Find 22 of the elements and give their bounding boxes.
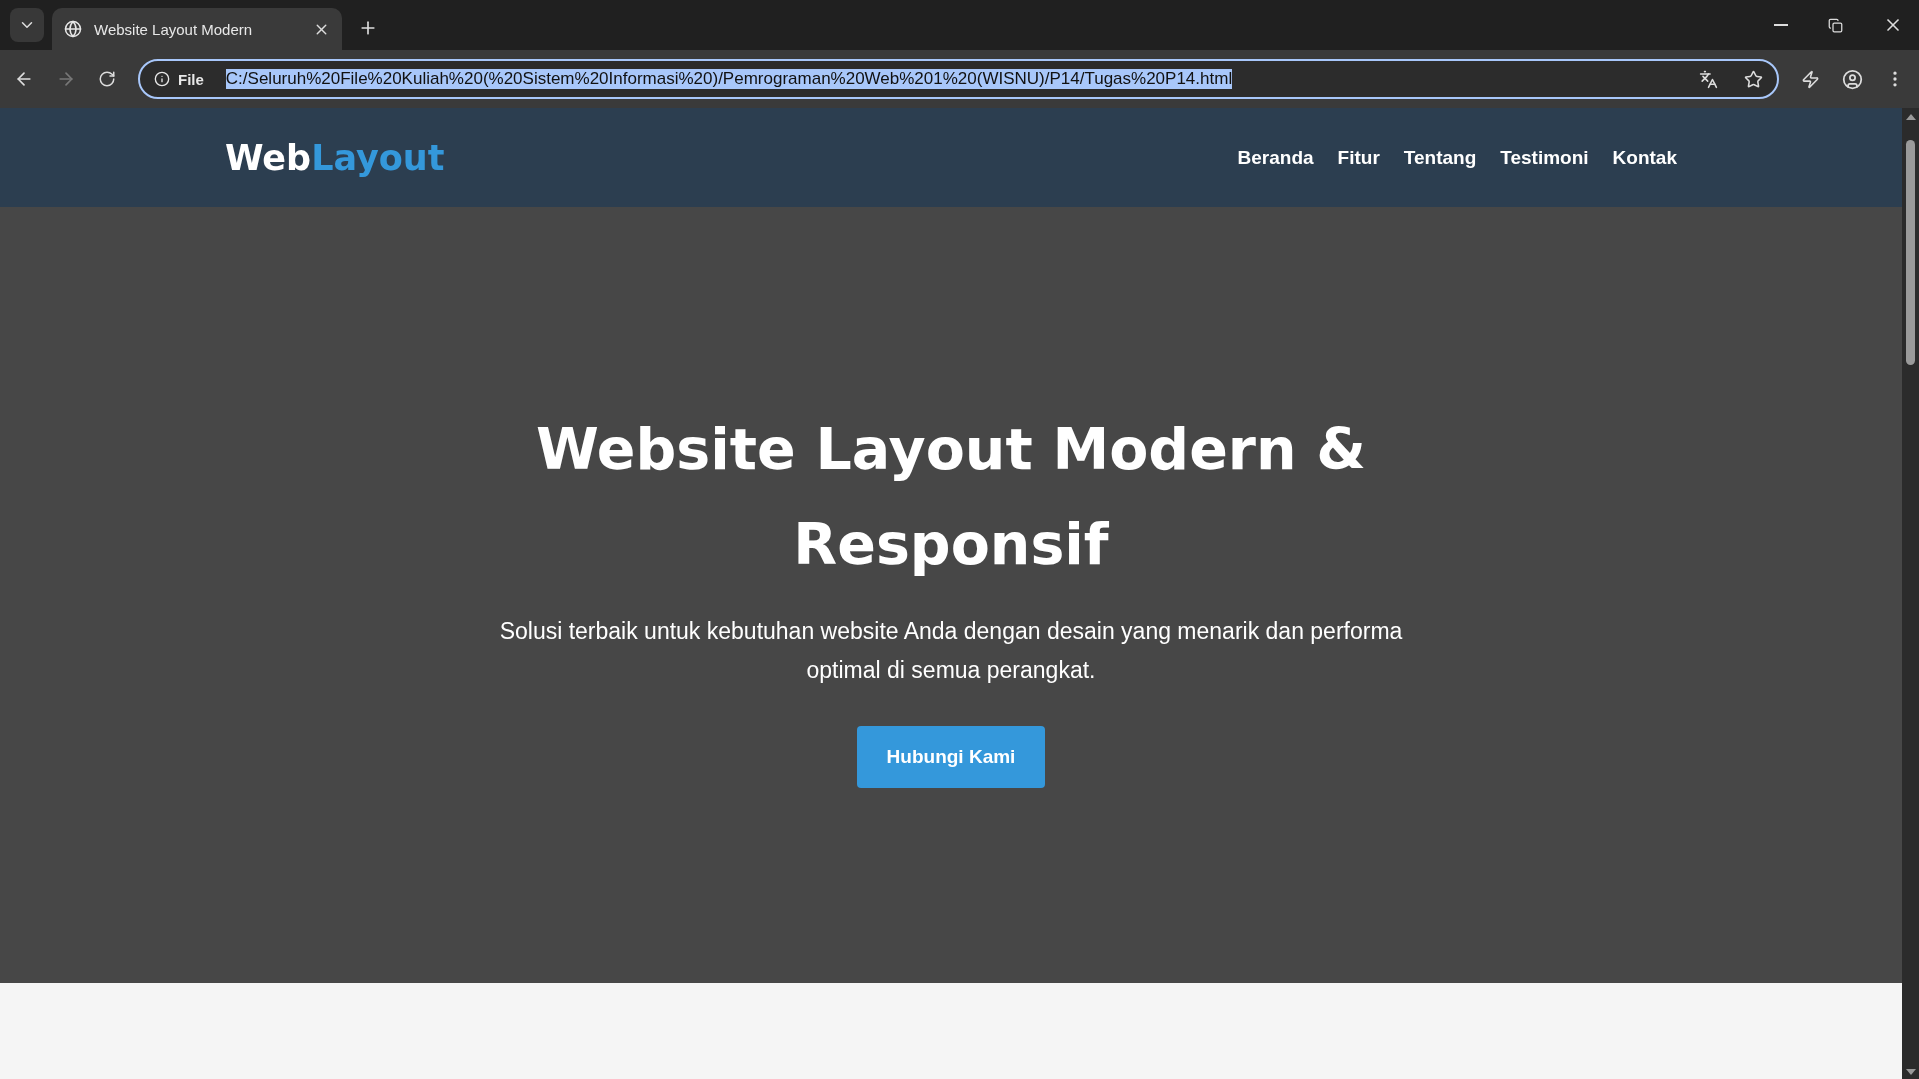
info-icon[interactable] <box>154 71 170 87</box>
hero-title: Website Layout Modern & Responsif <box>534 415 1368 579</box>
lightning-icon[interactable] <box>1801 69 1820 89</box>
site-logo[interactable]: WebLayout <box>225 137 445 178</box>
maximize-button[interactable] <box>1828 17 1843 33</box>
browser-tab[interactable]: Website Layout Modern <box>52 8 342 50</box>
translate-icon[interactable] <box>1699 69 1718 89</box>
nav-link[interactable]: Fitur <box>1337 146 1380 169</box>
nav-link[interactable]: Testimoni <box>1500 146 1589 169</box>
address-bar[interactable]: File C:/Seluruh%20File%20Kuliah%20(%20Sistem%20Informasi%20)/Pemrograman%20Web%201%20(WISNU)/P14/Tugas%20P14.html <box>138 59 1779 99</box>
scheme-label: File <box>178 70 204 88</box>
globe-icon <box>64 20 82 38</box>
nav-link[interactable]: Kontak <box>1612 146 1677 169</box>
nav-link[interactable]: Beranda <box>1237 146 1314 169</box>
nav-link[interactable]: Tentang <box>1403 146 1477 169</box>
url-text: C:/Seluruh%20File%20Kuliah%20(%20Sistem%20Informasi%20)/Pemrograman%20Web%201%20(WISNU)/P14/Tugas%20P14.html <box>225 69 1233 89</box>
tab-search-button[interactable] <box>10 8 44 42</box>
hero-subtitle: Solusi terbaik untuk kebutuhan website Anda dengan desain yang menarik dan performa optimal di semua perangkat. <box>498 617 1404 685</box>
star-icon[interactable] <box>1744 69 1763 89</box>
minimize-icon <box>1774 24 1788 26</box>
profile-icon[interactable] <box>1842 68 1863 90</box>
reload-button[interactable] <box>98 70 116 88</box>
